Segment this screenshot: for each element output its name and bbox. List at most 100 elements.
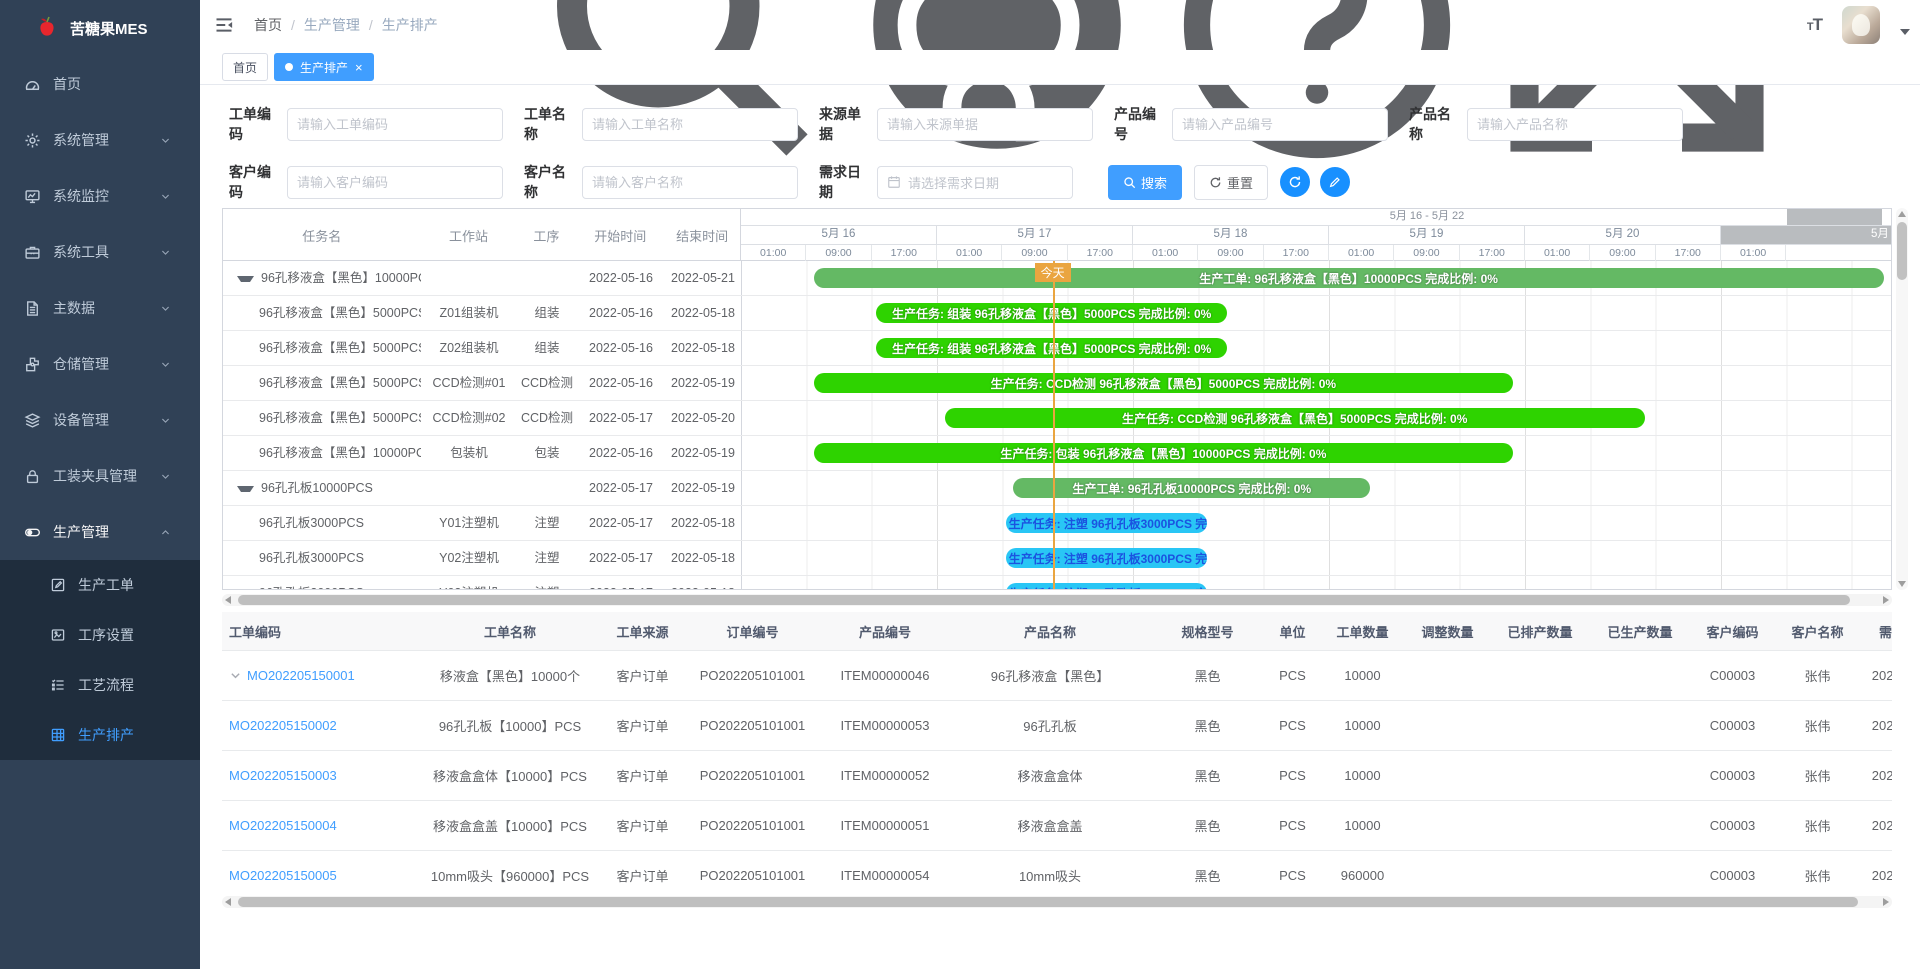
gantt-cell-proc: 注塑 — [517, 576, 577, 589]
filter-field: 工单编码 — [229, 104, 503, 144]
gantt-column-header: 工序 — [516, 226, 576, 245]
gantt-range-label: 5月 16 - 5月 22 — [741, 209, 1891, 224]
scroll-right-arrow-icon[interactable] — [1883, 596, 1889, 604]
gantt-horizontal-scrollbar[interactable] — [222, 594, 1892, 606]
gantt-cell-end: 2022-05-18 — [665, 331, 741, 366]
gantt-bar-selected[interactable]: 生产任务: 注塑 96孔孔板3000PCS 完成比例: 0% — [1006, 548, 1207, 568]
tab-首页[interactable]: 首页 — [222, 53, 268, 81]
scroll-right-arrow-icon[interactable] — [1883, 898, 1889, 906]
work-order-link[interactable]: MO202205150002 — [229, 718, 337, 733]
table-cell: ITEM00000052 — [820, 768, 950, 783]
filter-label: 需求日期 — [819, 162, 871, 202]
scroll-down-arrow-icon[interactable] — [1898, 581, 1906, 587]
layers-icon — [24, 412, 41, 429]
table-cell: PCS — [1265, 818, 1320, 833]
tab-close-icon[interactable]: × — [355, 61, 363, 74]
gantt-task-name: 96孔孔板3000PCS — [259, 506, 421, 541]
gantt-bar-order[interactable]: 生产工单: 96孔移液盒【黑色】10000PCS 完成比例: 0% — [814, 268, 1884, 288]
gantt-cell-proc: 包装 — [517, 436, 577, 471]
sidebar-item-tooling[interactable]: 工装夹具管理 — [0, 448, 200, 504]
search-button[interactable]: 搜索 — [1108, 165, 1182, 200]
font-size-icon[interactable]: TT — [1807, 15, 1822, 35]
demand-date-input[interactable]: 请选择需求日期 — [877, 166, 1073, 199]
task-name-text: 96孔移液盒【黑色】10000PCS — [259, 436, 421, 471]
breadcrumb-item[interactable]: 生产管理 — [304, 17, 360, 33]
table-row: MO202205150003移液盒盒体【10000】PCS客户订单PO20220… — [222, 751, 1892, 801]
gantt-bar-task[interactable]: 生产任务: 包装 96孔移液盒【黑色】10000PCS 完成比例: 0% — [814, 443, 1514, 463]
filter-input[interactable] — [582, 108, 798, 141]
sidebar-item-master-data[interactable]: 主数据 — [0, 280, 200, 336]
gantt-cell-proc: 组装 — [517, 296, 577, 331]
sidebar-collapse-icon[interactable] — [214, 15, 234, 35]
scrollbar-thumb[interactable] — [238, 897, 1858, 907]
task-name-text: 96孔移液盒【黑色】5000PCS — [259, 366, 421, 401]
gantt-hour-label: 01:00 — [741, 245, 806, 261]
gantt-bar-order[interactable]: 生产工单: 96孔孔板10000PCS 完成比例: 0% — [1013, 478, 1370, 498]
table-horizontal-scrollbar[interactable] — [222, 896, 1892, 908]
gantt-bar-task[interactable]: 生产任务: CCD检测 96孔移液盒【黑色】5000PCS 完成比例: 0% — [945, 408, 1645, 428]
filter-input[interactable] — [287, 108, 503, 141]
gantt-bar-selected[interactable]: 生产任务: 注塑 96孔孔板3000PCS 完成比例: 0% — [1006, 583, 1207, 589]
gantt-vertical-scrollbar[interactable] — [1896, 208, 1908, 590]
tab-生产排产[interactable]: 生产排产× — [274, 53, 374, 81]
sidebar-item-system-tools[interactable]: 系统工具 — [0, 224, 200, 280]
work-order-link[interactable]: MO202205150004 — [229, 818, 337, 833]
refresh-gantt-button[interactable] — [1280, 167, 1310, 197]
breadcrumb-item[interactable]: 生产排产 — [382, 17, 438, 33]
row-expand-chevron-icon[interactable] — [229, 669, 242, 682]
gantt-bar-task[interactable]: 生产任务: CCD检测 96孔移液盒【黑色】5000PCS 完成比例: 0% — [814, 373, 1514, 393]
sidebar-item-system-monitor[interactable]: 系统监控 — [0, 168, 200, 224]
gantt-hour-band: 01:0009:0017:0001:0009:0017:0001:0009:00… — [741, 245, 1891, 261]
scroll-left-arrow-icon[interactable] — [225, 898, 231, 906]
scrollbar-thumb[interactable] — [238, 595, 1850, 605]
gantt-row: 96孔孔板10000PCS2022-05-172022-05-19生产工单: 9… — [223, 471, 1891, 506]
scroll-left-arrow-icon[interactable] — [225, 596, 231, 604]
tree-collapse-arrow-icon[interactable] — [237, 276, 254, 282]
topbar-actions: TT — [527, 0, 1910, 50]
avatar[interactable] — [1842, 6, 1880, 44]
gantt-cell-start: 2022-05-16 — [577, 296, 665, 331]
gantt-hour-label: 17:00 — [872, 245, 937, 261]
sidebar-item-process-flow[interactable]: 工艺流程 — [0, 660, 200, 710]
sidebar-item-label: 工装夹具管理 — [53, 466, 157, 486]
sidebar-item-equipment[interactable]: 设备管理 — [0, 392, 200, 448]
sidebar-item-warehouse[interactable]: 仓储管理 — [0, 336, 200, 392]
table-cell: 黑色 — [1150, 766, 1265, 785]
sidebar-item-system-admin[interactable]: 系统管理 — [0, 112, 200, 168]
sidebar-item-production-scheduling[interactable]: 生产排产 — [0, 710, 200, 760]
table-cell: MO202205150004 — [222, 818, 420, 833]
gantt-task-name: 96孔移液盒【黑色】5000PCS — [259, 296, 421, 331]
filter-input[interactable] — [877, 108, 1093, 141]
gantt-cell-start: 2022-05-17 — [577, 401, 665, 436]
scroll-up-arrow-icon[interactable] — [1898, 211, 1906, 217]
sidebar-item-process-settings[interactable]: 工序设置 — [0, 610, 200, 660]
filter-input[interactable] — [582, 166, 798, 199]
table-cell: C00003 — [1690, 768, 1775, 783]
sidebar-item-production[interactable]: 生产管理 — [0, 504, 200, 560]
tree-collapse-arrow-icon[interactable] — [237, 486, 254, 492]
gantt-day-label: 5月 16 — [741, 226, 937, 244]
gear-icon — [24, 132, 41, 149]
reset-button[interactable]: 重置 — [1194, 165, 1268, 200]
work-order-link[interactable]: MO202205150003 — [229, 768, 337, 783]
gantt-bar-label: 生产任务: 包装 96孔移液盒【黑色】10000PCS 完成比例: 0% — [1000, 445, 1326, 462]
sidebar-item-home[interactable]: 首页 — [0, 56, 200, 112]
work-order-link[interactable]: MO202205150005 — [229, 868, 337, 883]
filter-input[interactable] — [1467, 108, 1683, 141]
filter-input[interactable] — [287, 166, 503, 199]
filter-input[interactable] — [1172, 108, 1388, 141]
edit-schedule-button[interactable] — [1320, 167, 1350, 197]
breadcrumb-item[interactable]: 首页 — [254, 17, 282, 33]
chevron-down-icon — [157, 359, 174, 370]
gantt-bar-selected[interactable]: 生产任务: 注塑 96孔孔板3000PCS 完成比例: 0% — [1006, 513, 1207, 533]
user-menu-caret-icon[interactable] — [1900, 29, 1910, 35]
work-order-link[interactable]: MO202205150001 — [247, 668, 355, 683]
table-cell: ITEM00000046 — [820, 668, 950, 683]
gantt-task-name: 96孔移液盒【黑色】5000PCS — [259, 366, 421, 401]
sidebar-item-work-order[interactable]: 生产工单 — [0, 560, 200, 610]
table-header-cell: 产品名称 — [950, 622, 1150, 641]
chevron-down-icon — [157, 191, 174, 202]
gantt-cell-proc: 注塑 — [517, 506, 577, 541]
monitor-icon — [24, 188, 41, 205]
scrollbar-thumb[interactable] — [1897, 222, 1907, 280]
